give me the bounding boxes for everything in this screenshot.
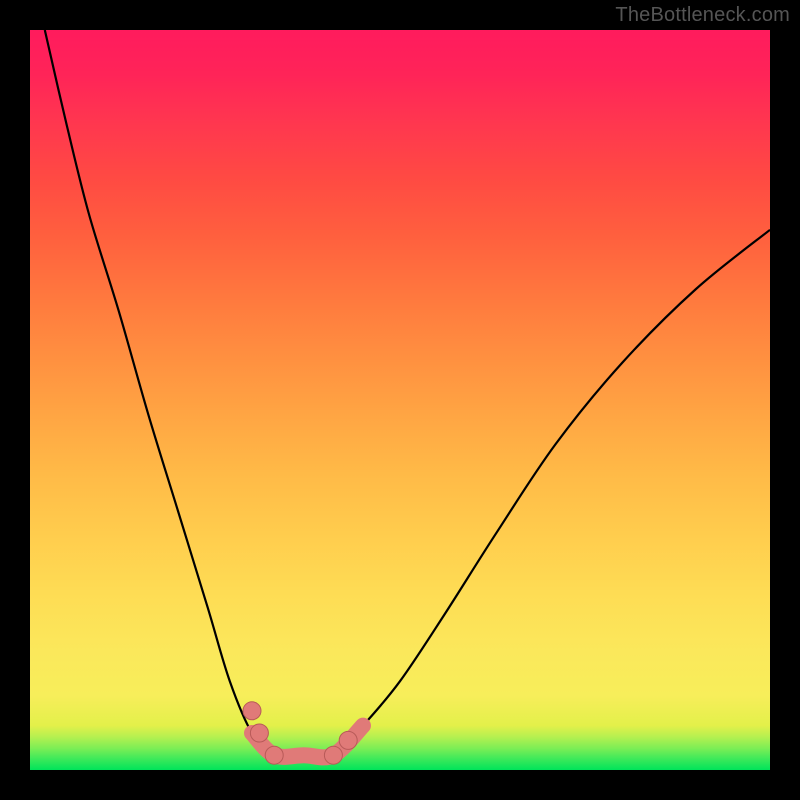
watermark-text: TheBottleneck.com <box>615 4 790 27</box>
chart-area <box>30 30 770 770</box>
marker-dot <box>324 746 342 764</box>
marker-dot <box>250 724 268 742</box>
chart-svg <box>30 30 770 770</box>
outer-frame: TheBottleneck.com <box>0 0 800 800</box>
marker-dot <box>265 746 283 764</box>
right-curve-line <box>333 230 770 755</box>
marker-dot <box>243 702 261 720</box>
left-curve-line <box>45 30 274 755</box>
marker-dot <box>339 731 357 749</box>
